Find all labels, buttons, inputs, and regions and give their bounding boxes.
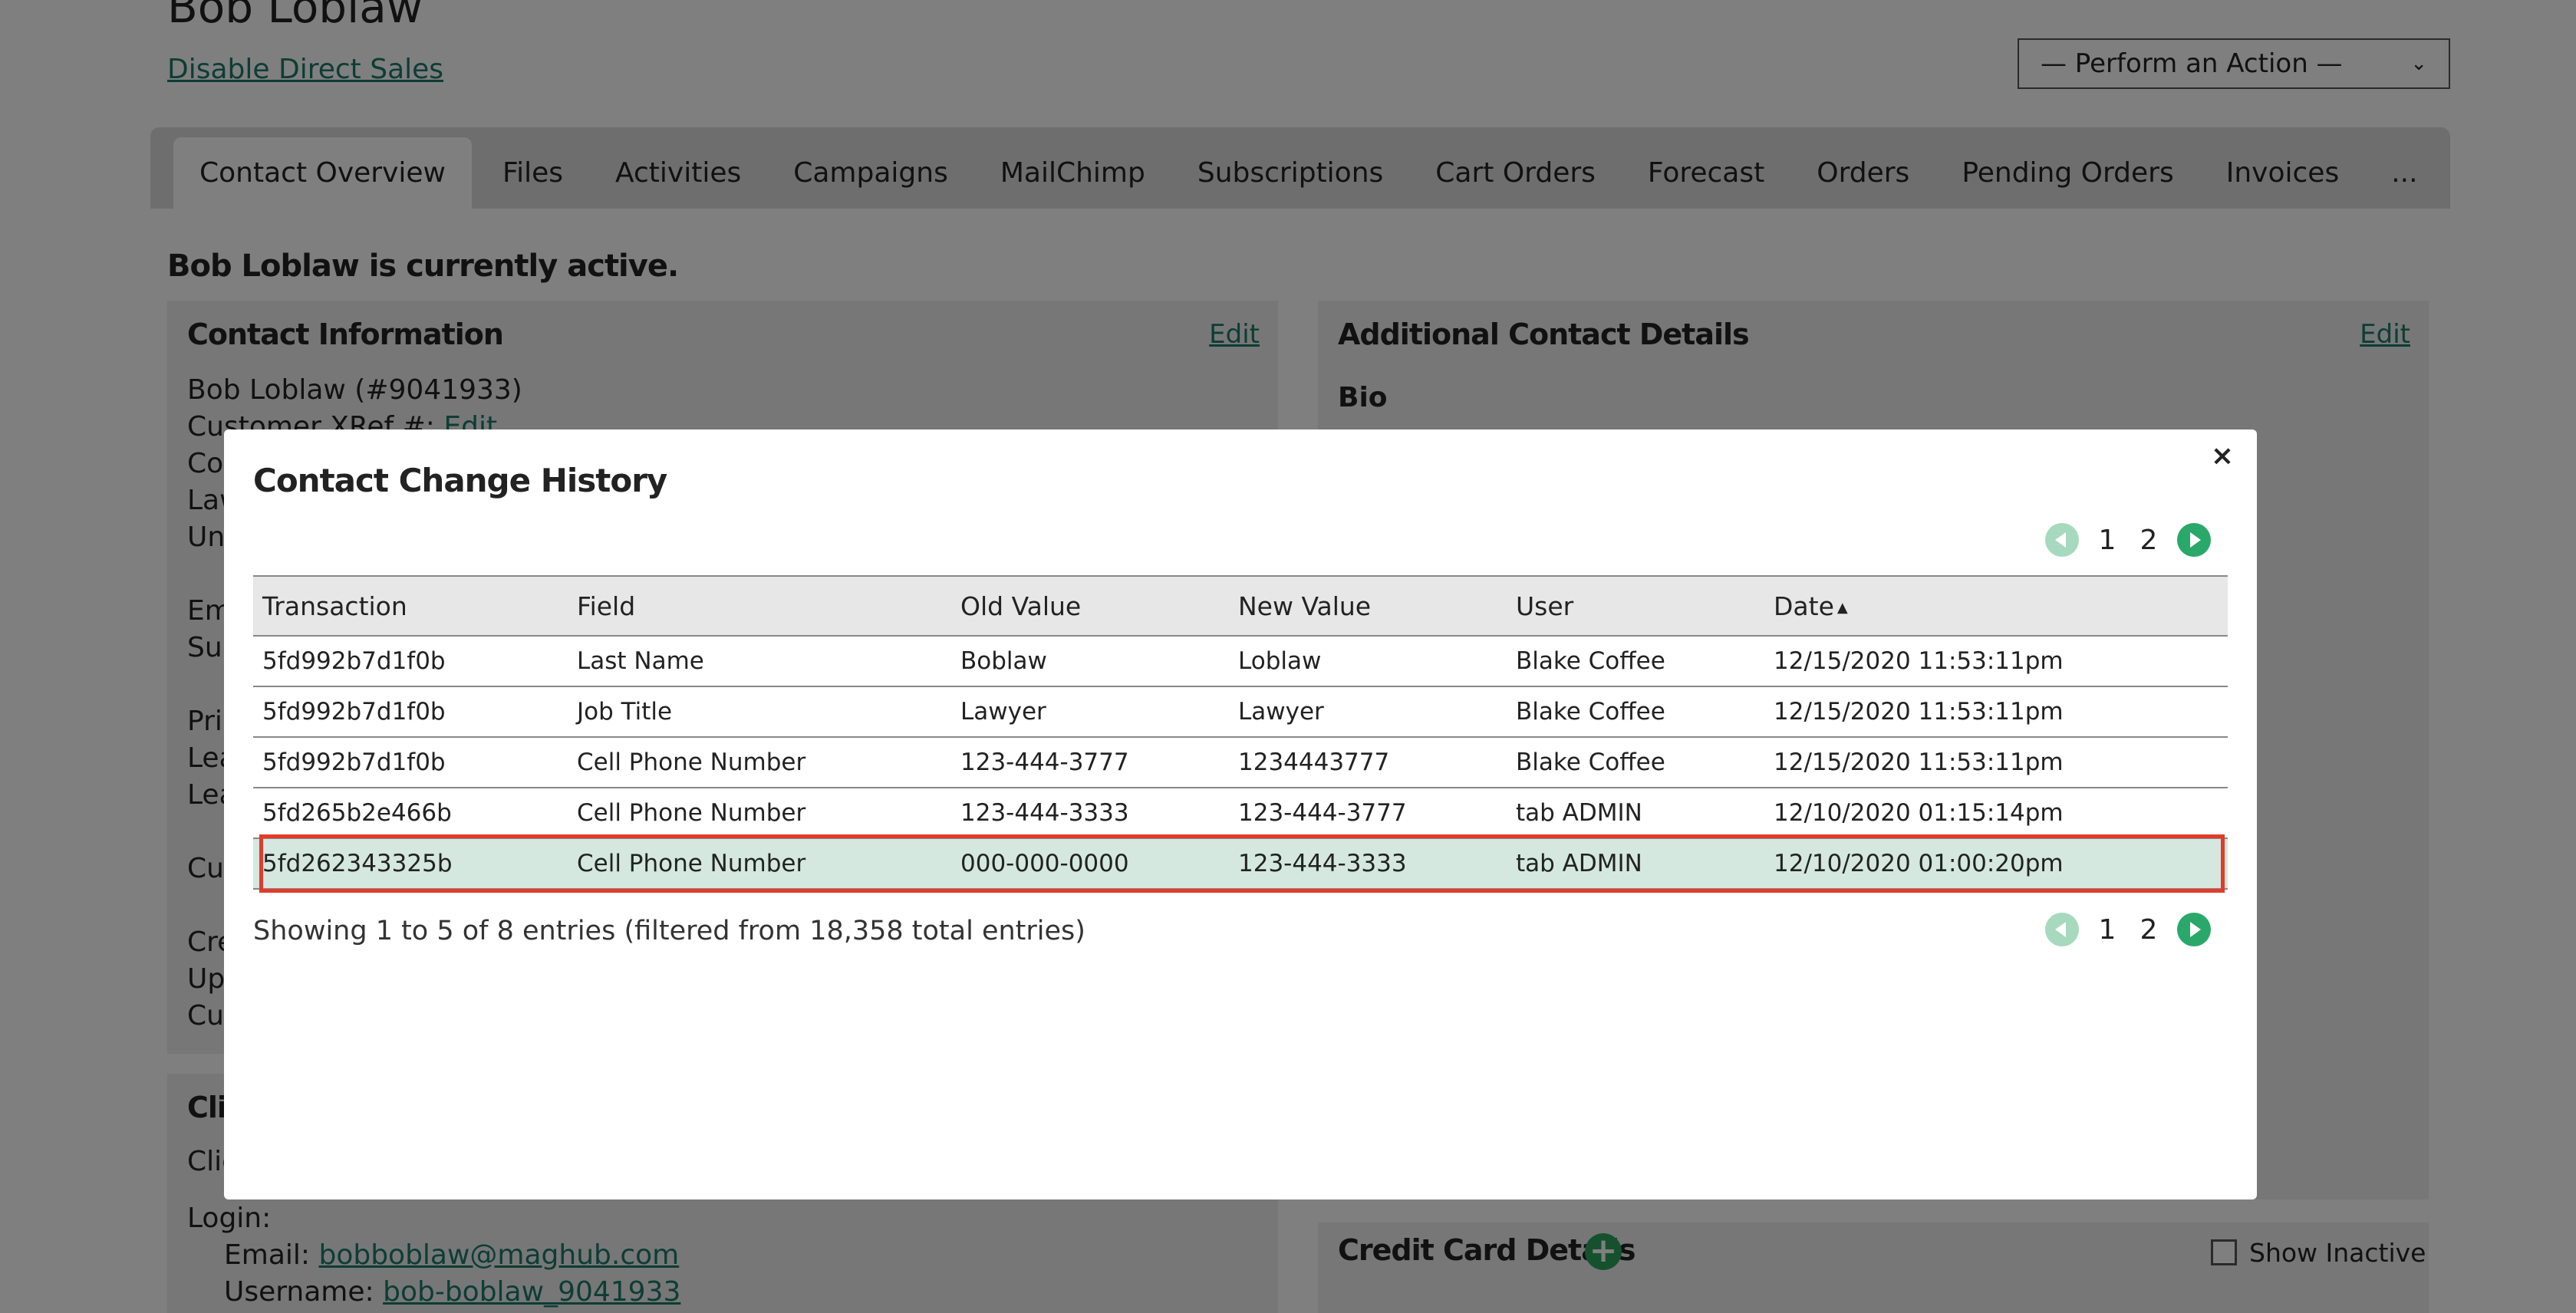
table-row[interactable]: 5fd992b7d1f0b Last Name Boblaw Loblaw Bl… [253, 636, 2228, 687]
next-page-icon[interactable] [2177, 523, 2211, 557]
page-2-link[interactable]: 2 [2128, 914, 2169, 946]
table-row-highlighted[interactable]: 5fd262343325b Cell Phone Number 000-000-… [253, 838, 2228, 890]
cell-date: 12/15/2020 11:53:11pm [1764, 737, 2228, 788]
cell-new-value: 1234443777 [1229, 737, 1507, 788]
sort-ascending-icon: ▲ [1836, 599, 1848, 616]
column-header-field[interactable]: Field [568, 575, 951, 637]
cell-date: 12/15/2020 11:53:11pm [1764, 636, 2228, 687]
page-1-link[interactable]: 1 [2087, 525, 2128, 556]
cell-old-value: Lawyer [951, 686, 1229, 738]
previous-page-icon[interactable] [2045, 523, 2079, 557]
cell-field: Cell Phone Number [568, 838, 951, 890]
cell-user: tab ADMIN [1507, 838, 1764, 890]
cell-field: Last Name [568, 636, 951, 687]
table-entries-info: Showing 1 to 5 of 8 entries (filtered fr… [253, 916, 1085, 946]
pagination-bottom: 1 2 [2045, 913, 2211, 946]
table-header-row: Transaction Field Old Value New Value Us… [253, 575, 2228, 637]
cell-new-value: Loblaw [1229, 636, 1507, 687]
cell-user: Blake Coffee [1507, 686, 1764, 738]
cell-old-value: Boblaw [951, 636, 1229, 687]
cell-field: Job Title [568, 686, 951, 738]
column-header-transaction[interactable]: Transaction [253, 575, 568, 637]
close-icon[interactable]: × [2211, 440, 2234, 472]
cell-transaction: 5fd992b7d1f0b [253, 636, 568, 687]
cell-date: 12/15/2020 11:53:11pm [1764, 686, 2228, 738]
cell-transaction: 5fd265b2e466b [253, 788, 568, 839]
cell-date: 12/10/2020 01:00:20pm [1764, 838, 2228, 890]
page-2-link[interactable]: 2 [2128, 525, 2169, 556]
column-header-date[interactable]: Date ▲ [1764, 575, 2228, 637]
pagination-top: 1 2 [2045, 523, 2211, 557]
cell-old-value: 000-000-0000 [951, 838, 1229, 890]
cell-old-value: 123-444-3333 [951, 788, 1229, 839]
cell-transaction: 5fd262343325b [253, 838, 568, 890]
cell-transaction: 5fd992b7d1f0b [253, 737, 568, 788]
cell-user: tab ADMIN [1507, 788, 1764, 839]
table-row[interactable]: 5fd992b7d1f0b Job Title Lawyer Lawyer Bl… [253, 686, 2228, 738]
modal-title: Contact Change History [253, 462, 667, 499]
cell-new-value: 123-444-3777 [1229, 788, 1507, 839]
table-row[interactable]: 5fd992b7d1f0b Cell Phone Number 123-444-… [253, 737, 2228, 788]
previous-page-icon[interactable] [2045, 913, 2079, 946]
cell-user: Blake Coffee [1507, 737, 1764, 788]
column-header-new-value[interactable]: New Value [1229, 575, 1507, 637]
cell-date: 12/10/2020 01:15:14pm [1764, 788, 2228, 839]
contact-change-history-modal: × Contact Change History 1 2 Transaction… [224, 429, 2257, 1199]
column-header-date-label: Date [1774, 591, 1834, 621]
cell-new-value: 123-444-3333 [1229, 838, 1507, 890]
page-1-link[interactable]: 1 [2087, 914, 2128, 946]
cell-transaction: 5fd992b7d1f0b [253, 686, 568, 738]
cell-old-value: 123-444-3777 [951, 737, 1229, 788]
column-header-user[interactable]: User [1507, 575, 1764, 637]
change-history-table: Transaction Field Old Value New Value Us… [253, 575, 2228, 890]
cell-new-value: Lawyer [1229, 686, 1507, 738]
column-header-old-value[interactable]: Old Value [951, 575, 1229, 637]
table-row[interactable]: 5fd265b2e466b Cell Phone Number 123-444-… [253, 788, 2228, 839]
cell-user: Blake Coffee [1507, 636, 1764, 687]
cell-field: Cell Phone Number [568, 737, 951, 788]
cell-field: Cell Phone Number [568, 788, 951, 839]
next-page-icon[interactable] [2177, 913, 2211, 946]
